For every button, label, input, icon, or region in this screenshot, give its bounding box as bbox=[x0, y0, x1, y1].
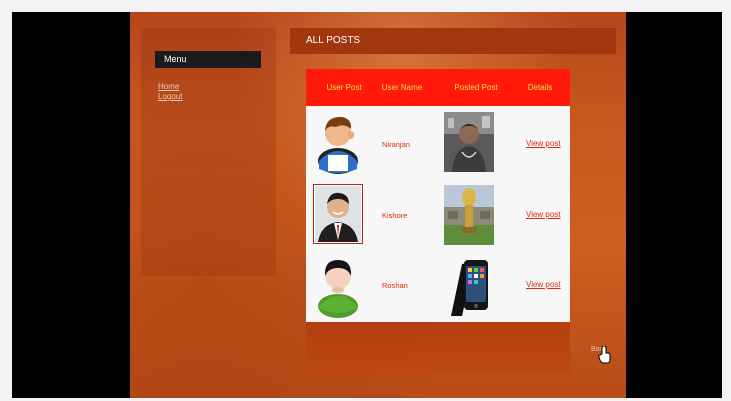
posts-table: User Post User Name Posted Post Details … bbox=[306, 69, 570, 322]
view-post-link[interactable]: View post bbox=[526, 139, 561, 148]
photo-trophy-stadium bbox=[444, 185, 494, 245]
page-title: ALL POSTS bbox=[290, 28, 616, 54]
green-user-icon bbox=[318, 260, 358, 318]
hand-cursor-icon bbox=[598, 346, 611, 364]
photo-man-with-chain bbox=[444, 112, 494, 172]
view-post-link[interactable]: View post bbox=[526, 280, 561, 289]
menu-title: Menu bbox=[155, 51, 261, 68]
user-name-cell: Roshan bbox=[382, 281, 408, 290]
user-name-cell: Niranjan bbox=[382, 140, 410, 149]
column-header-details: Details bbox=[527, 83, 553, 92]
user-name-cell: Kishore bbox=[382, 211, 408, 220]
logout-link[interactable]: Logout bbox=[158, 92, 182, 101]
table-header: User Post User Name Posted Post Details bbox=[306, 69, 570, 106]
iphone-icon bbox=[451, 260, 488, 316]
column-header-user-name: User Name bbox=[381, 83, 423, 92]
column-header-posted-post: Posted Post bbox=[454, 83, 498, 92]
view-post-link[interactable]: View post bbox=[526, 210, 561, 219]
home-link[interactable]: Home bbox=[158, 82, 179, 91]
content-footer-panel bbox=[306, 322, 570, 374]
cartoon-man-icon bbox=[318, 116, 358, 174]
photo-man-in-suit bbox=[313, 184, 363, 244]
column-header-user-post: User Post bbox=[326, 83, 362, 92]
